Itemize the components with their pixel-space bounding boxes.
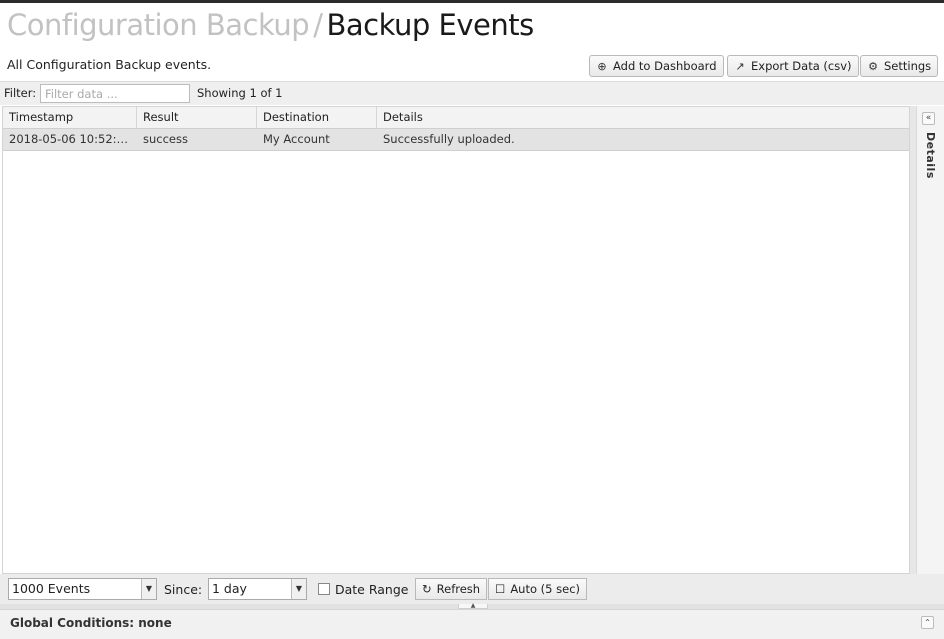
since-select[interactable]: 1 day ▼ xyxy=(208,578,307,600)
filter-label: Filter: xyxy=(4,86,37,100)
export-data-button[interactable]: ↗ Export Data (csv) xyxy=(727,55,859,77)
column-header-result[interactable]: Result xyxy=(137,107,257,128)
showing-count: Showing 1 of 1 xyxy=(197,86,283,100)
events-count-value: 1000 Events xyxy=(12,581,91,596)
filter-input[interactable] xyxy=(40,84,190,103)
gear-icon: ⚙ xyxy=(868,59,878,73)
details-side-panel: « Details xyxy=(916,106,944,574)
cell-result: success xyxy=(143,132,188,146)
table-row[interactable]: 2018-05-06 10:52:0... success My Account… xyxy=(3,129,909,151)
add-to-dashboard-button[interactable]: ⊕ Add to Dashboard xyxy=(589,55,724,77)
cell-timestamp: 2018-05-06 10:52:0... xyxy=(9,132,135,146)
settings-button[interactable]: ⚙ Settings xyxy=(860,55,939,77)
table-header: Timestamp Result Destination Details xyxy=(3,107,909,129)
events-count-select[interactable]: 1000 Events ▼ xyxy=(8,578,157,600)
settings-label: Settings xyxy=(884,59,932,73)
breadcrumb-separator: / xyxy=(313,8,323,42)
external-link-icon: ↗ xyxy=(735,59,745,73)
column-header-timestamp[interactable]: Timestamp xyxy=(3,107,137,128)
cell-destination: My Account xyxy=(263,132,330,146)
expand-panel-icon[interactable]: « xyxy=(922,112,935,125)
chevron-down-icon: ▼ xyxy=(141,579,156,599)
column-header-details[interactable]: Details xyxy=(377,107,909,128)
plus-circle-icon: ⊕ xyxy=(597,59,607,73)
page-subtitle: All Configuration Backup events. xyxy=(7,57,212,72)
events-table: Timestamp Result Destination Details 201… xyxy=(2,106,910,574)
details-panel-label[interactable]: Details xyxy=(924,132,937,179)
auto-refresh-label: Auto (5 sec) xyxy=(510,582,581,596)
filter-bar: Filter: Showing 1 of 1 xyxy=(0,81,944,105)
global-conditions-bar: Global Conditions: none ⌃ xyxy=(0,609,944,639)
breadcrumb-current: Backup Events xyxy=(326,8,534,42)
expand-up-icon[interactable]: ⌃ xyxy=(921,616,934,629)
checkbox-icon: ☐ xyxy=(495,582,506,596)
bottom-toolbar: 1000 Events ▼ Since: 1 day ▼ Date Range … xyxy=(0,574,944,604)
refresh-button[interactable]: ↻ Refresh xyxy=(415,578,488,600)
column-header-destination[interactable]: Destination xyxy=(257,107,377,128)
refresh-label: Refresh xyxy=(436,582,481,596)
date-range-checkbox[interactable] xyxy=(318,583,330,595)
since-label: Since: xyxy=(164,582,203,597)
auto-refresh-toggle[interactable]: ☐ Auto (5 sec) xyxy=(488,578,588,600)
chevron-down-icon: ▼ xyxy=(291,579,306,599)
refresh-icon: ↻ xyxy=(422,582,432,596)
add-to-dashboard-label: Add to Dashboard xyxy=(613,59,717,73)
top-border xyxy=(0,0,944,3)
cell-details: Successfully uploaded. xyxy=(383,132,515,146)
date-range-label[interactable]: Date Range xyxy=(335,582,408,597)
export-data-label: Export Data (csv) xyxy=(751,59,852,73)
global-conditions-label: Global Conditions: none xyxy=(10,616,172,630)
breadcrumb-parent[interactable]: Configuration Backup xyxy=(7,8,310,42)
page-title: Configuration Backup / Backup Events xyxy=(7,8,534,48)
since-value: 1 day xyxy=(212,581,247,596)
